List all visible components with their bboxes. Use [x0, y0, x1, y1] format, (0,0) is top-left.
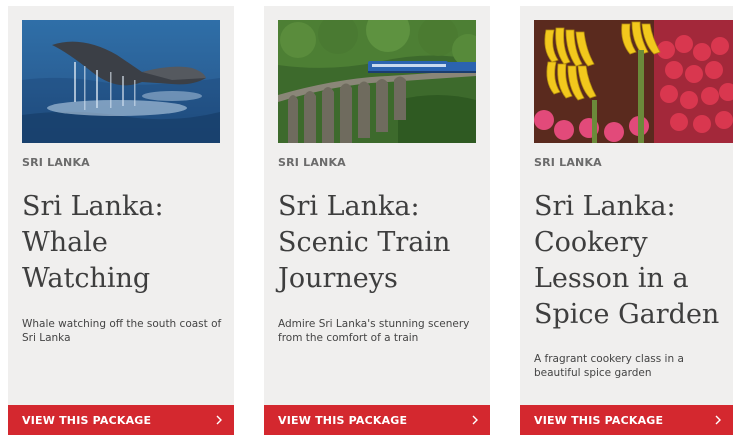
card-title[interactable]: Sri Lanka: Whale Watching [22, 189, 222, 297]
card-description: A fragrant cookery class in a beautiful … [534, 353, 684, 379]
view-package-button[interactable]: VIEW THIS PACKAGE [264, 405, 490, 435]
card-title[interactable]: Sri Lanka: Scenic Train Journeys [278, 189, 478, 297]
card-region: SRI LANKA [22, 156, 90, 169]
view-package-label: VIEW THIS PACKAGE [534, 413, 664, 427]
package-card-cookery-lesson: SRI LANKA Sri Lanka: Cookery Lesson in a… [520, 6, 733, 435]
card-description: Admire Sri Lanka's stunning scenery from… [278, 318, 470, 344]
view-package-label: VIEW THIS PACKAGE [278, 413, 408, 427]
bananas-market-photo [534, 20, 733, 143]
train-on-bridge-photo [278, 20, 476, 143]
view-package-button[interactable]: VIEW THIS PACKAGE [520, 405, 733, 435]
chevron-right-icon [470, 414, 480, 426]
chevron-right-icon [214, 414, 224, 426]
card-region: SRI LANKA [534, 156, 602, 169]
chevron-right-icon [713, 414, 723, 426]
card-title[interactable]: Sri Lanka: Cookery Lesson in a Spice Gar… [534, 189, 733, 333]
card-image-whale[interactable] [22, 20, 220, 143]
whale-tail-photo [22, 20, 220, 143]
card-image-train[interactable] [278, 20, 476, 143]
view-package-button[interactable]: VIEW THIS PACKAGE [8, 405, 234, 435]
card-description: Whale watching off the south coast of Sr… [22, 318, 222, 344]
card-image-bananas[interactable] [534, 20, 733, 143]
view-package-label: VIEW THIS PACKAGE [22, 413, 152, 427]
card-region: SRI LANKA [278, 156, 346, 169]
package-card-train-journeys: SRI LANKA Sri Lanka: Scenic Train Journe… [264, 6, 490, 435]
package-card-whale-watching: SRI LANKA Sri Lanka: Whale Watching Whal… [8, 6, 234, 435]
